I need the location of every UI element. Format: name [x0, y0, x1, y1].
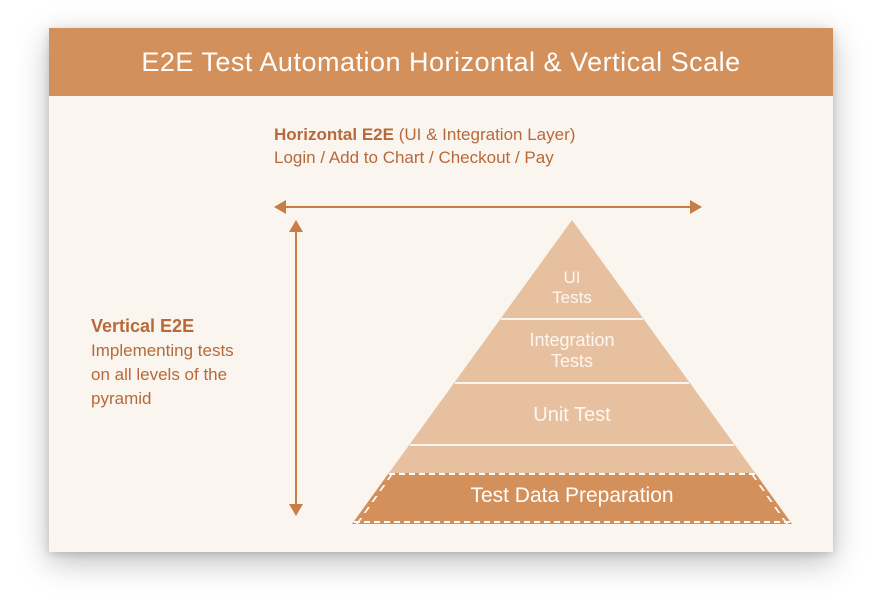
pyramid-level-ui: UI Tests: [352, 268, 792, 307]
vertical-body: Implementing tests on all levels of the …: [91, 339, 256, 410]
horizontal-label: Horizontal E2E (UI & Integration Layer) …: [274, 124, 704, 170]
horizontal-line2: Login / Add to Chart / Checkout / Pay: [274, 148, 554, 167]
horizontal-sub: (UI & Integration Layer): [399, 125, 576, 144]
pyramid-level-base: Test Data Preparation: [352, 484, 792, 508]
pyramid-separator: [501, 318, 643, 320]
pyramid-dashed-separator: [389, 473, 755, 475]
vertical-label: Vertical E2E Implementing tests on all l…: [91, 314, 256, 411]
vertical-arrow-icon: [289, 220, 303, 516]
page-title: E2E Test Automation Horizontal & Vertica…: [141, 47, 740, 78]
pyramid-level-unit: Unit Test: [352, 404, 792, 427]
title-bar: E2E Test Automation Horizontal & Vertica…: [49, 28, 833, 96]
diagram-content: Horizontal E2E (UI & Integration Layer) …: [49, 96, 833, 552]
horizontal-bold: Horizontal E2E: [274, 125, 394, 144]
test-pyramid: UI Tests Integration Tests Unit Test Tes…: [352, 220, 792, 524]
pyramid-level-integration: Integration Tests: [352, 330, 792, 371]
pyramid-separator: [410, 444, 734, 446]
vertical-bold: Vertical E2E: [91, 314, 256, 339]
diagram-card: E2E Test Automation Horizontal & Vertica…: [49, 28, 833, 552]
pyramid-separator: [455, 382, 689, 384]
horizontal-arrow-icon: [274, 200, 702, 214]
